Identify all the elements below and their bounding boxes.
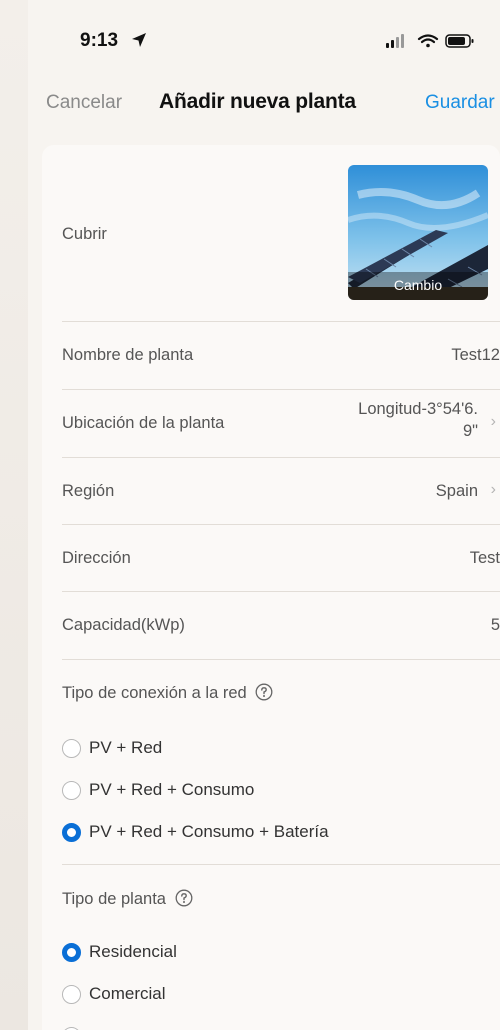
grid-option-pv-red-consumo-bateria[interactable]: PV + Red + Consumo + Batería [62,820,382,846]
page-title: Añadir nueva planta [159,90,356,113]
address-label: Dirección [62,549,131,567]
cover-image[interactable]: Cambio [348,165,488,300]
plant-type-option-comercial[interactable]: Comercial [62,982,262,1008]
help-icon[interactable] [255,683,273,701]
status-icons [386,34,474,48]
phone-screen: 9:13 Cancelar Añadir nueva planta Guarda… [28,0,500,1030]
plant-type-option-label: Residencial [89,942,177,961]
plant-name-label: Nombre de planta [62,346,194,364]
plant-type-option-label: Comercial [89,984,166,1003]
location-label: Ubicación de la planta [62,414,225,432]
grid-option-label: PV + Red [89,738,163,757]
radio-button[interactable] [62,985,81,1004]
status-bar: 9:13 [28,0,500,78]
capacity-label: Capacidad(kWp) [62,616,185,634]
region-row[interactable]: Región Spain › [62,458,500,525]
grid-type-label-text: Tipo de conexión a la red [62,684,247,702]
grid-option-label: PV + Red + Consumo [89,780,255,799]
cover-label: Cubrir [62,225,107,243]
divider [62,864,500,865]
save-button[interactable]: Guardar [425,92,495,114]
radio-button-selected[interactable] [62,943,81,962]
cancel-button[interactable]: Cancelar [46,92,122,114]
location-value-line2: 9" [462,422,478,440]
grid-option-pv-red[interactable]: PV + Red [62,736,262,762]
location-arrow-icon [132,33,146,47]
grid-type-label: Tipo de conexión a la red [62,683,273,703]
cover-row: Cubrir Cambio [62,145,500,322]
plant-type-label: Tipo de planta [62,889,193,909]
capacity-row[interactable]: Capacidad(kWp) 5 [62,592,500,660]
form-card: Cubrir Cambio Nombre de planta Test12 Ub… [42,145,500,1030]
radio-button[interactable] [62,781,81,800]
change-cover-button[interactable]: Cambio [348,272,488,300]
plant-name-value[interactable]: Test12 [451,346,500,365]
location-value-line1: Longitud-3°54'6. [358,400,478,418]
plant-type-label-text: Tipo de planta [62,890,166,908]
wifi-icon [417,34,439,48]
region-value: Spain [435,482,478,500]
signal-icon [386,34,404,48]
chevron-right-icon: › [490,481,496,498]
address-value[interactable]: Test [470,549,500,568]
capacity-value[interactable]: 5 [491,616,500,635]
grid-option-pv-red-consumo[interactable]: PV + Red + Consumo [62,778,312,804]
address-row[interactable]: Dirección Test [62,525,500,592]
plant-name-row[interactable]: Nombre de planta Test12 [62,322,500,390]
radio-button-selected[interactable] [62,823,81,842]
plant-type-option-partial[interactable] [62,1024,262,1030]
location-row[interactable]: Ubicación de la planta Longitud-3°54'6. … [62,390,500,458]
status-time: 9:13 [80,30,119,51]
battery-icon [445,34,474,48]
radio-button[interactable] [62,739,81,758]
grid-option-label: PV + Red + Consumo + Batería [89,822,329,841]
navigation-bar: Cancelar Añadir nueva planta Guardar [28,78,500,130]
region-label: Región [62,482,115,500]
help-icon[interactable] [175,889,193,907]
plant-type-option-residencial[interactable]: Residencial [62,940,262,966]
chevron-right-icon: › [490,413,496,430]
